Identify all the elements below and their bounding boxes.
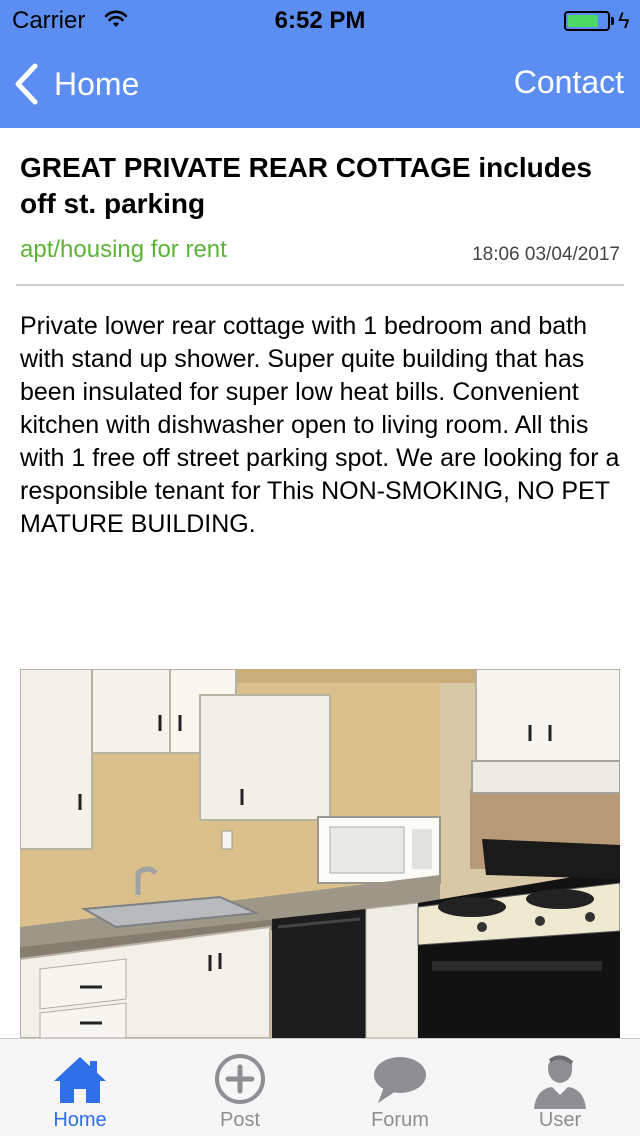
back-button[interactable]: Home	[12, 60, 139, 108]
battery-icon	[564, 11, 610, 31]
category-link[interactable]: apt/housing for rent	[20, 236, 227, 264]
post-title: GREAT PRIVATE REAR COTTAGE includes off …	[20, 152, 592, 219]
post-description: Private lower rear cottage with 1 bedroo…	[20, 312, 620, 538]
tab-forum[interactable]: Forum	[320, 1039, 480, 1136]
tab-bar: Home Post Forum User	[0, 1038, 640, 1136]
status-time: 6:52 PM	[274, 7, 366, 34]
home-icon	[54, 1057, 106, 1103]
status-bar: Carrier 6:52 PM ϟ	[0, 0, 640, 40]
header: Carrier 6:52 PM ϟ Home Contact	[0, 0, 640, 128]
tab-user[interactable]: User	[480, 1039, 640, 1136]
tab-post-label: Post	[219, 1109, 261, 1131]
contact-button[interactable]: Contact	[514, 64, 624, 101]
tab-home[interactable]: Home	[0, 1039, 160, 1136]
tab-user-label: User	[538, 1109, 582, 1131]
chat-bubble-icon	[374, 1057, 426, 1103]
post-timestamp: 18:06 03/04/2017	[472, 244, 620, 265]
tab-forum-label: Forum	[371, 1109, 429, 1131]
back-label: Home	[54, 65, 140, 102]
divider	[16, 284, 624, 286]
post-detail: GREAT PRIVATE REAR COTTAGE includes off …	[0, 128, 640, 1038]
plus-circle-icon	[215, 1054, 265, 1104]
kitchen-photo	[20, 669, 620, 1038]
user-icon	[534, 1055, 586, 1109]
nav-bar: Home Contact	[0, 40, 640, 128]
post-photo[interactable]	[20, 669, 620, 1038]
battery-level	[568, 15, 598, 27]
battery-nub	[611, 17, 614, 25]
tab-home-label: Home	[53, 1109, 107, 1131]
chevron-left-icon	[15, 63, 38, 105]
tab-post[interactable]: Post	[160, 1039, 320, 1136]
bolt-icon: ϟ	[618, 8, 630, 33]
